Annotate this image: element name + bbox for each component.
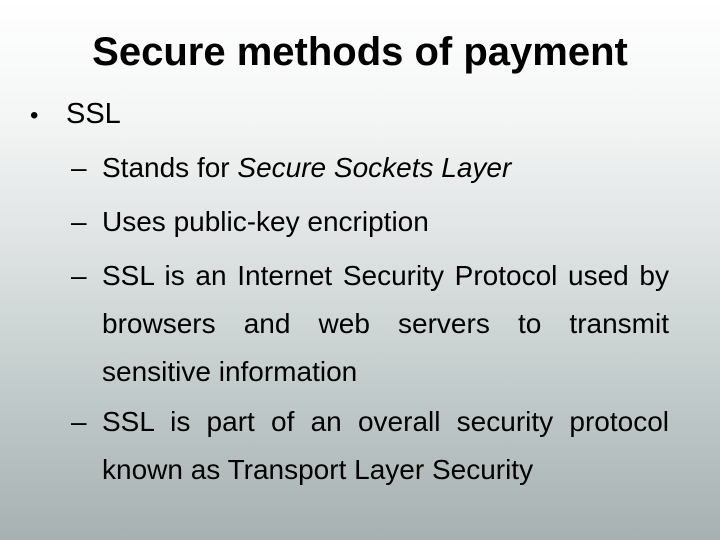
slide: Secure methods of payment • SSL – Stands…: [0, 0, 720, 540]
subpoint-text: Stands for Secure Sockets Layer: [102, 144, 669, 192]
bullet-label: SSL: [66, 98, 121, 130]
subpoint-public-key: – Uses public-key encription: [71, 198, 669, 246]
slide-title: Secure methods of payment: [92, 30, 628, 74]
subpoint-text-plain: Stands for: [102, 152, 238, 183]
dash-marker: –: [71, 206, 87, 237]
bullet-ssl: • SSL: [30, 92, 121, 138]
subpoint-internet-protocol: – SSL is an Internet Security Protocol u…: [71, 252, 669, 396]
subpoint-text: SSL is part of an overall security proto…: [102, 406, 669, 485]
dash-marker: –: [71, 152, 87, 183]
subpoint-transport-layer: – SSL is part of an overall security pro…: [71, 398, 669, 494]
dash-marker: –: [71, 260, 87, 291]
bullet-marker: •: [30, 102, 39, 129]
subpoint-text-italic: Secure Sockets Layer: [237, 152, 512, 183]
subpoint-text: SSL is an Internet Security Protocol use…: [102, 260, 669, 387]
subpoint-text: Uses public-key encription: [102, 206, 429, 237]
subpoint-stands-for: – Stands for Secure Sockets Layer: [71, 144, 669, 192]
dash-marker: –: [71, 406, 87, 437]
